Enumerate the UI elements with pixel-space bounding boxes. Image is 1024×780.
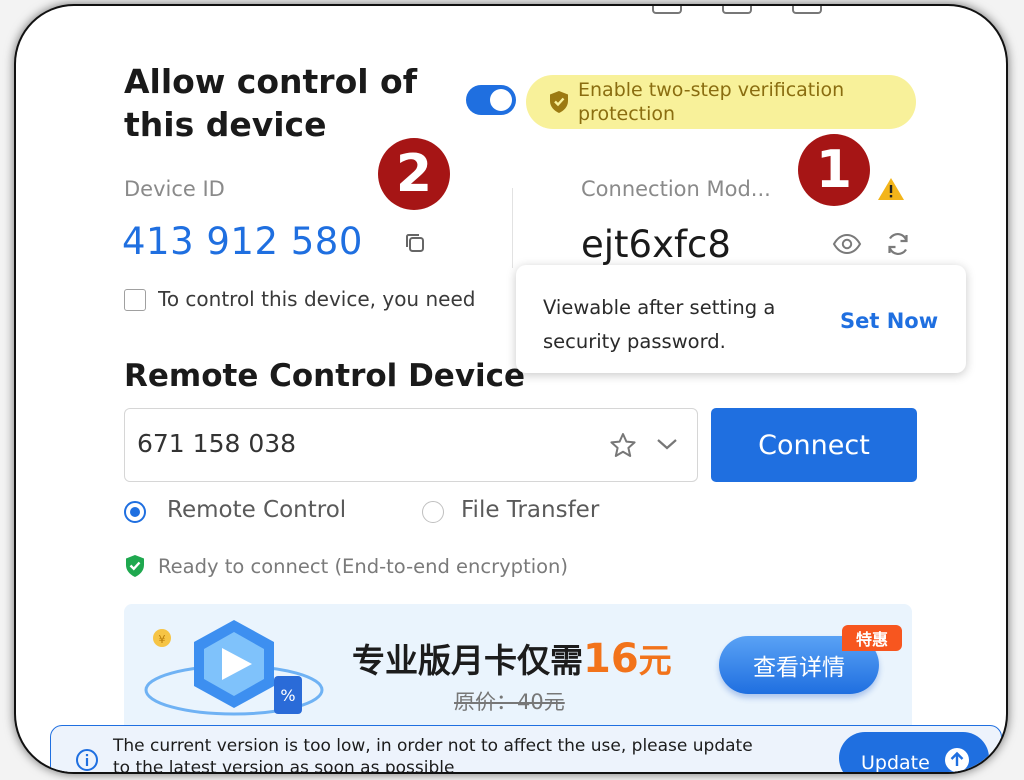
remote-control-section-title: Remote Control Device <box>124 358 526 394</box>
arrow-up-icon <box>943 746 971 772</box>
remote-device-id-input[interactable]: 671 158 038 <box>124 408 698 482</box>
refresh-icon[interactable] <box>884 230 912 262</box>
set-now-link[interactable]: Set Now <box>840 309 938 333</box>
update-notification-bar: The current version is too low, in order… <box>50 725 1002 772</box>
connect-button[interactable]: Connect <box>711 408 917 482</box>
annotation-badge-1: 1 <box>798 134 870 206</box>
tooltip-message: Viewable after setting a security passwo… <box>543 296 776 353</box>
title-line-1: Allow control of <box>124 62 418 101</box>
promo-main-text: 专业版月卡仅需16元 <box>352 634 672 682</box>
window-control-icon[interactable] <box>792 6 822 14</box>
window-controls <box>652 6 822 14</box>
two-step-banner-text: Enable two-step verification protection <box>578 79 845 125</box>
radio-file-transfer[interactable] <box>422 501 444 523</box>
warning-icon[interactable] <box>876 176 906 206</box>
two-step-verification-banner[interactable]: Enable two-step verification protection <box>526 75 916 129</box>
promo-illustration: ¥ % <box>144 620 324 716</box>
control-requirement-checkbox[interactable] <box>124 289 146 311</box>
copy-icon[interactable] <box>402 230 428 260</box>
device-id-label: Device ID <box>124 177 225 201</box>
update-button-label: Update <box>861 752 930 772</box>
control-requirement-label: To control this device, you need <box>158 287 476 311</box>
toggle-knob <box>490 89 512 111</box>
window-control-icon[interactable] <box>652 6 682 14</box>
svg-text:¥: ¥ <box>159 633 166 646</box>
promo-tag: 特惠 <box>842 625 902 651</box>
device-id-value: 413 912 580 <box>122 220 363 263</box>
info-icon <box>75 748 99 772</box>
shield-check-icon <box>124 554 146 582</box>
temporary-password-value: ejt6xfc8 <box>581 223 731 266</box>
promo-original-price: 原价：40元 <box>454 690 565 714</box>
eye-icon[interactable] <box>832 232 862 260</box>
svg-text:%: % <box>280 686 295 705</box>
radio-remote-control[interactable] <box>124 501 146 523</box>
column-divider <box>512 188 513 268</box>
app-window: Allow control of this device Enable two-… <box>16 6 1006 772</box>
remote-device-id-value: 671 158 038 <box>137 429 297 458</box>
connection-mode-label[interactable]: Connection Mod... <box>581 177 771 201</box>
title-line-2: this device <box>124 105 327 144</box>
connection-status-text: Ready to connect (End-to-end encryption) <box>158 555 569 578</box>
shield-icon <box>550 91 568 113</box>
window-control-icon[interactable] <box>722 6 752 14</box>
allow-control-title: Allow control of this device <box>124 60 417 146</box>
password-tooltip: Viewable after setting a security passwo… <box>516 265 966 373</box>
radio-file-transfer-label[interactable]: File Transfer <box>461 497 599 523</box>
star-icon[interactable] <box>609 432 637 463</box>
promo-text: 专业版月卡仅需 <box>352 641 583 680</box>
chevron-down-icon[interactable] <box>655 436 679 456</box>
promo-price-unit: 元 <box>638 641 672 680</box>
update-message: The current version is too low, in order… <box>113 736 753 772</box>
annotation-badge-2: 2 <box>378 138 450 210</box>
promo-price: 16 <box>583 636 639 682</box>
allow-control-toggle[interactable] <box>466 85 516 115</box>
update-button[interactable]: Update <box>839 732 989 772</box>
radio-remote-control-label[interactable]: Remote Control <box>167 497 346 523</box>
